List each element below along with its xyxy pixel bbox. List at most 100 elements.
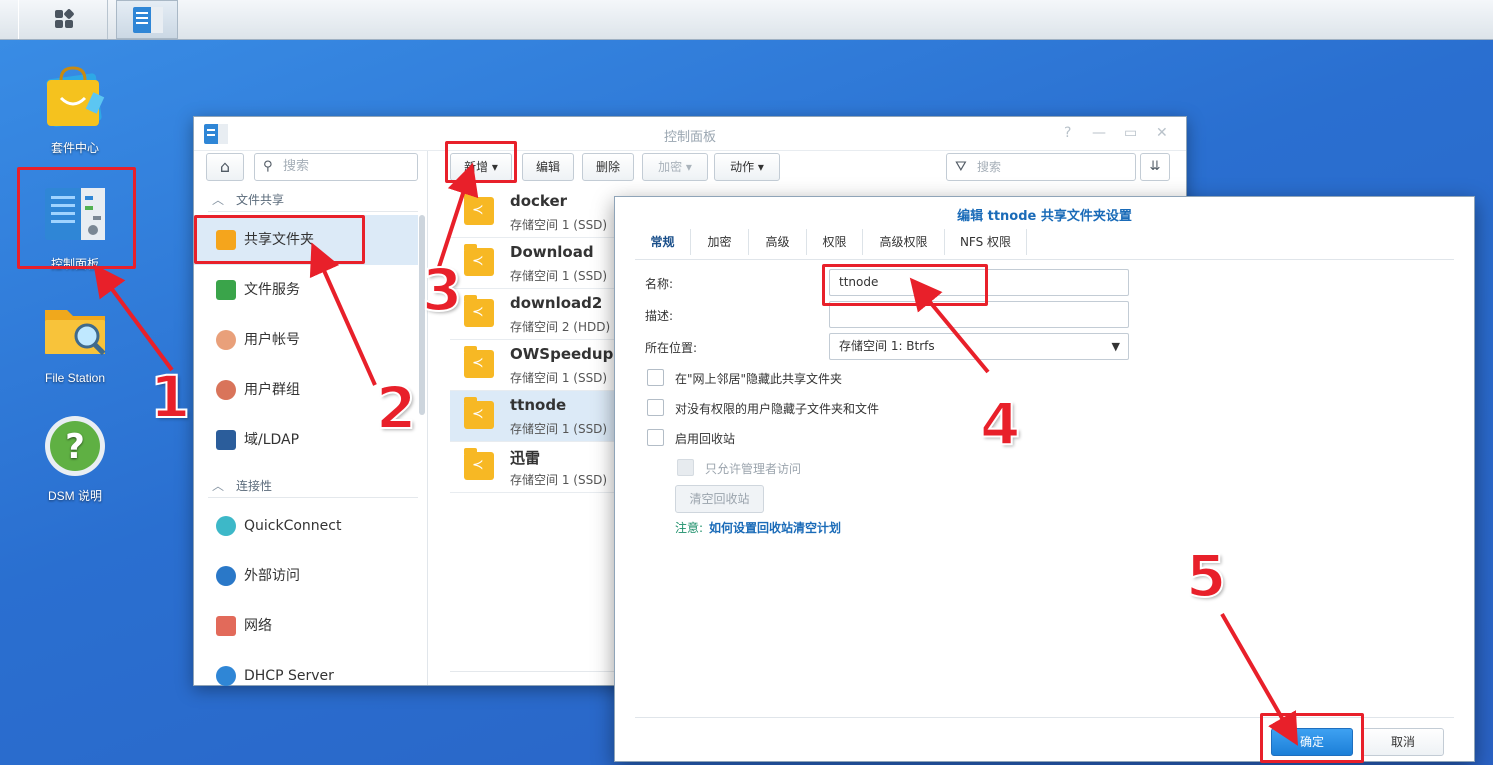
share-icon: ≺	[472, 253, 484, 269]
sidebar-item-file-services[interactable]: 文件服务	[194, 265, 418, 315]
sidebar-item-quickconnect[interactable]: QuickConnect	[194, 501, 418, 551]
description-label: 描述:	[645, 309, 674, 323]
sidebar-item-external-access[interactable]: 外部访问	[194, 551, 418, 601]
window-title: 控制面板	[663, 130, 716, 145]
action-button[interactable]: 动作 ▾	[714, 153, 780, 181]
encrypt-button[interactable]: 加密 ▾	[642, 153, 708, 181]
delete-button[interactable]: 删除	[582, 153, 634, 181]
sidebar-item-label: 域/LDAP	[244, 432, 300, 448]
desktop-icon-dsm-help[interactable]: ? DSM 说明	[20, 414, 130, 504]
help-icon[interactable]: ?	[1064, 125, 1071, 141]
sidebar-item-dhcp-server[interactable]: DHCP Server	[194, 651, 418, 687]
folder-name: 迅雷	[510, 449, 541, 467]
main-search-input[interactable]: ⛛ 搜索	[946, 153, 1136, 181]
search-placeholder: 搜索	[977, 160, 1002, 174]
location-select[interactable]: 存储空间 1: Btrfs ▼	[829, 333, 1129, 360]
edit-button[interactable]: 编辑	[522, 153, 574, 181]
svg-text:?: ?	[65, 427, 85, 467]
dhcp-icon	[216, 666, 236, 686]
highlight-box-step-2	[194, 215, 365, 264]
home-icon: ⌂	[219, 157, 231, 176]
control-panel-icon	[133, 7, 163, 33]
sidebar-item-user[interactable]: 用户帐号	[194, 315, 418, 365]
close-icon[interactable]: ✕	[1156, 125, 1168, 141]
chevron-up-icon: ︿	[212, 193, 225, 207]
hide-in-network-places-checkbox[interactable]	[647, 369, 664, 386]
folder-location: 存储空间 1 (SSD)	[510, 218, 608, 232]
folder-location: 存储空间 1 (SSD)	[510, 371, 608, 385]
dialog-title: 编辑 ttnode 共享文件夹设置	[957, 209, 1132, 224]
window-titlebar[interactable]: 控制面板 ? — ▭ ✕	[194, 117, 1186, 151]
shared-folder-icon: ≺	[464, 295, 494, 327]
share-icon: ≺	[472, 406, 484, 422]
sidebar-item-label: DHCP Server	[244, 668, 334, 684]
sidebar-search-input[interactable]: ⚲ 搜索	[254, 153, 418, 181]
location-value: 存储空间 1: Btrfs	[839, 339, 935, 353]
folder-name: Download	[510, 243, 594, 261]
folder-name: OWSpeedup	[510, 345, 614, 363]
checkbox-label: 对没有权限的用户隐藏子文件夹和文件	[675, 402, 880, 416]
tab-advanced-permissions[interactable]: 高级权限	[863, 229, 945, 255]
share-icon: ≺	[472, 304, 484, 320]
help-icon: ?	[45, 416, 105, 476]
tab-permissions[interactable]: 权限	[807, 229, 863, 255]
note: 注意: 如何设置回收站清空计划	[675, 519, 841, 536]
search-icon: ⚲	[263, 159, 273, 174]
section-connectivity[interactable]: ︿ 连接性	[212, 477, 272, 494]
button-label: 加密	[658, 160, 683, 174]
desktop-icon-label: DSM 说明	[47, 489, 102, 503]
checkbox-label: 只允许管理者访问	[705, 462, 802, 476]
caret-down-icon: ▼	[1111, 340, 1120, 353]
chevron-down-icon: ▾	[757, 160, 764, 174]
share-icon: ≺	[472, 355, 484, 371]
tab-divider	[635, 259, 1454, 260]
home-button[interactable]: ⌂	[206, 153, 244, 181]
sidebar-item-network[interactable]: 网络	[194, 601, 418, 651]
shared-folder-icon: ≺	[464, 448, 494, 480]
folder-name: download2	[510, 294, 603, 312]
taskbar	[0, 0, 1493, 40]
folder-name: ttnode	[510, 396, 567, 414]
edit-shared-folder-dialog: 编辑 ttnode 共享文件夹设置 常规 加密 高级 权限 高级权限 NFS 权…	[614, 196, 1475, 762]
step-number-1: 1	[149, 362, 191, 432]
section-label: 连接性	[236, 479, 273, 493]
button-label: 动作	[730, 160, 755, 174]
button-label: 编辑	[535, 160, 560, 174]
tab-advanced[interactable]: 高级	[749, 229, 807, 255]
minimize-icon[interactable]: —	[1092, 125, 1106, 141]
step-number-3: 3	[421, 255, 463, 325]
cancel-button[interactable]: 取消	[1362, 728, 1444, 756]
filter-icon: ⛛	[955, 159, 967, 175]
admin-only-checkbox[interactable]	[677, 459, 694, 476]
hide-subfolders-checkbox[interactable]	[647, 399, 664, 416]
maximize-icon[interactable]: ▭	[1124, 125, 1137, 141]
enable-recycle-bin-checkbox[interactable]	[647, 429, 664, 446]
section-file-sharing[interactable]: ︿ 文件共享	[212, 191, 284, 208]
name-label: 名称:	[645, 277, 674, 291]
taskbar-control-panel-button[interactable]	[116, 0, 178, 39]
highlight-box-step-3	[445, 141, 517, 183]
location-label: 所在位置:	[645, 341, 698, 355]
file-services-icon	[216, 280, 236, 300]
sidebar-item-label: 网络	[244, 618, 272, 634]
folder-name: docker	[510, 192, 568, 210]
desktop-icon-file-station[interactable]: File Station	[20, 298, 130, 385]
domain-ldap-icon	[216, 430, 236, 450]
recycle-bin-schedule-link[interactable]: 如何设置回收站清空计划	[709, 521, 841, 535]
shared-folder-icon: ≺	[464, 397, 494, 429]
main-menu-button[interactable]	[18, 0, 108, 39]
tab-nfs-permissions[interactable]: NFS 权限	[945, 229, 1027, 255]
shared-folder-icon: ≺	[464, 193, 494, 225]
desktop-icon-package-center[interactable]: 套件中心	[20, 66, 130, 156]
quickconnect-icon	[216, 516, 236, 536]
section-label: 文件共享	[236, 193, 285, 207]
tab-encryption[interactable]: 加密	[691, 229, 749, 255]
group-icon	[216, 380, 236, 400]
sort-button[interactable]: ⇊	[1140, 153, 1170, 181]
button-label: 删除	[595, 160, 620, 174]
folder-location: 存储空间 1 (SSD)	[510, 422, 608, 436]
step-number-4: 4	[979, 389, 1021, 459]
highlight-box-step-5	[1260, 713, 1364, 763]
empty-recycle-bin-button[interactable]: 清空回收站	[675, 485, 764, 513]
tab-general[interactable]: 常规	[635, 229, 691, 255]
